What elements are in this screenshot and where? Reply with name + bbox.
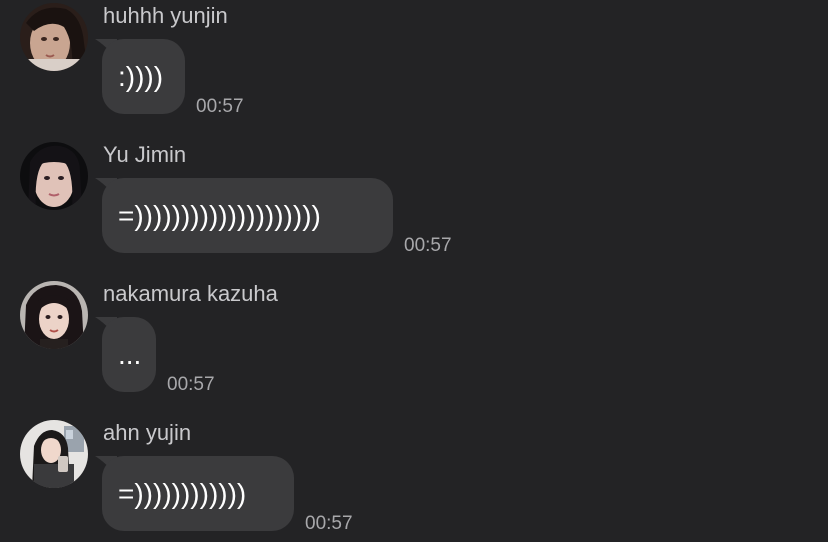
message-bubble[interactable]: =)))))))))))) (95, 456, 294, 531)
message-timestamp: 00:57 (404, 235, 452, 256)
message-text: =)))))))))))) (102, 456, 294, 531)
message-row: nakamura kazuha ... 00:57 (0, 278, 828, 408)
sender-name: ahn yujin (103, 420, 192, 445)
message-text: :)))) (102, 39, 185, 114)
chat-message-list: huhhh yunjin :)))) 00:57 Yu Jimin =)))))… (0, 0, 828, 542)
message-bubble[interactable]: =)))))))))))))))))))) (95, 178, 393, 253)
avatar[interactable] (20, 142, 88, 210)
message-timestamp: 00:57 (305, 513, 353, 534)
avatar[interactable] (20, 3, 88, 71)
sender-name: nakamura kazuha (103, 281, 278, 306)
message-row: ahn yujin =)))))))))))) 00:57 (0, 417, 828, 542)
message-text: =)))))))))))))))))))) (102, 178, 393, 253)
sender-name: huhhh yunjin (103, 3, 228, 28)
message-row: Yu Jimin =)))))))))))))))))))) 00:57 (0, 139, 828, 269)
message-bubble[interactable]: ... (95, 317, 156, 392)
avatar[interactable] (20, 281, 88, 349)
message-bubble[interactable]: :)))) (95, 39, 185, 114)
message-timestamp: 00:57 (167, 374, 215, 395)
message-row: huhhh yunjin :)))) 00:57 (0, 0, 828, 130)
avatar[interactable] (20, 420, 88, 488)
sender-name: Yu Jimin (103, 142, 187, 167)
message-text: ... (102, 317, 156, 392)
message-timestamp: 00:57 (196, 96, 244, 117)
